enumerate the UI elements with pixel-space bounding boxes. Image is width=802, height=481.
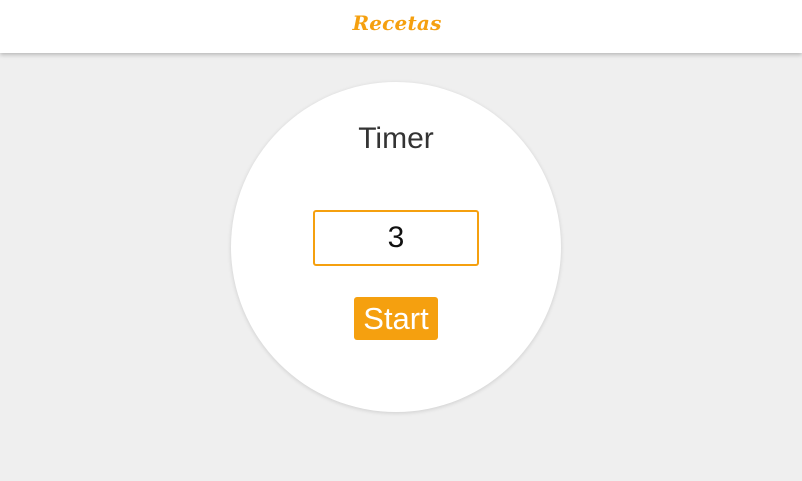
top-navbar: Recetas <box>0 0 802 53</box>
timer-title: Timer <box>358 122 434 155</box>
brand-logo-link[interactable]: Recetas <box>352 11 441 35</box>
start-button[interactable]: Start <box>354 297 438 340</box>
timer-minutes-input[interactable] <box>313 210 479 266</box>
timer-card: Timer Start <box>231 82 561 412</box>
